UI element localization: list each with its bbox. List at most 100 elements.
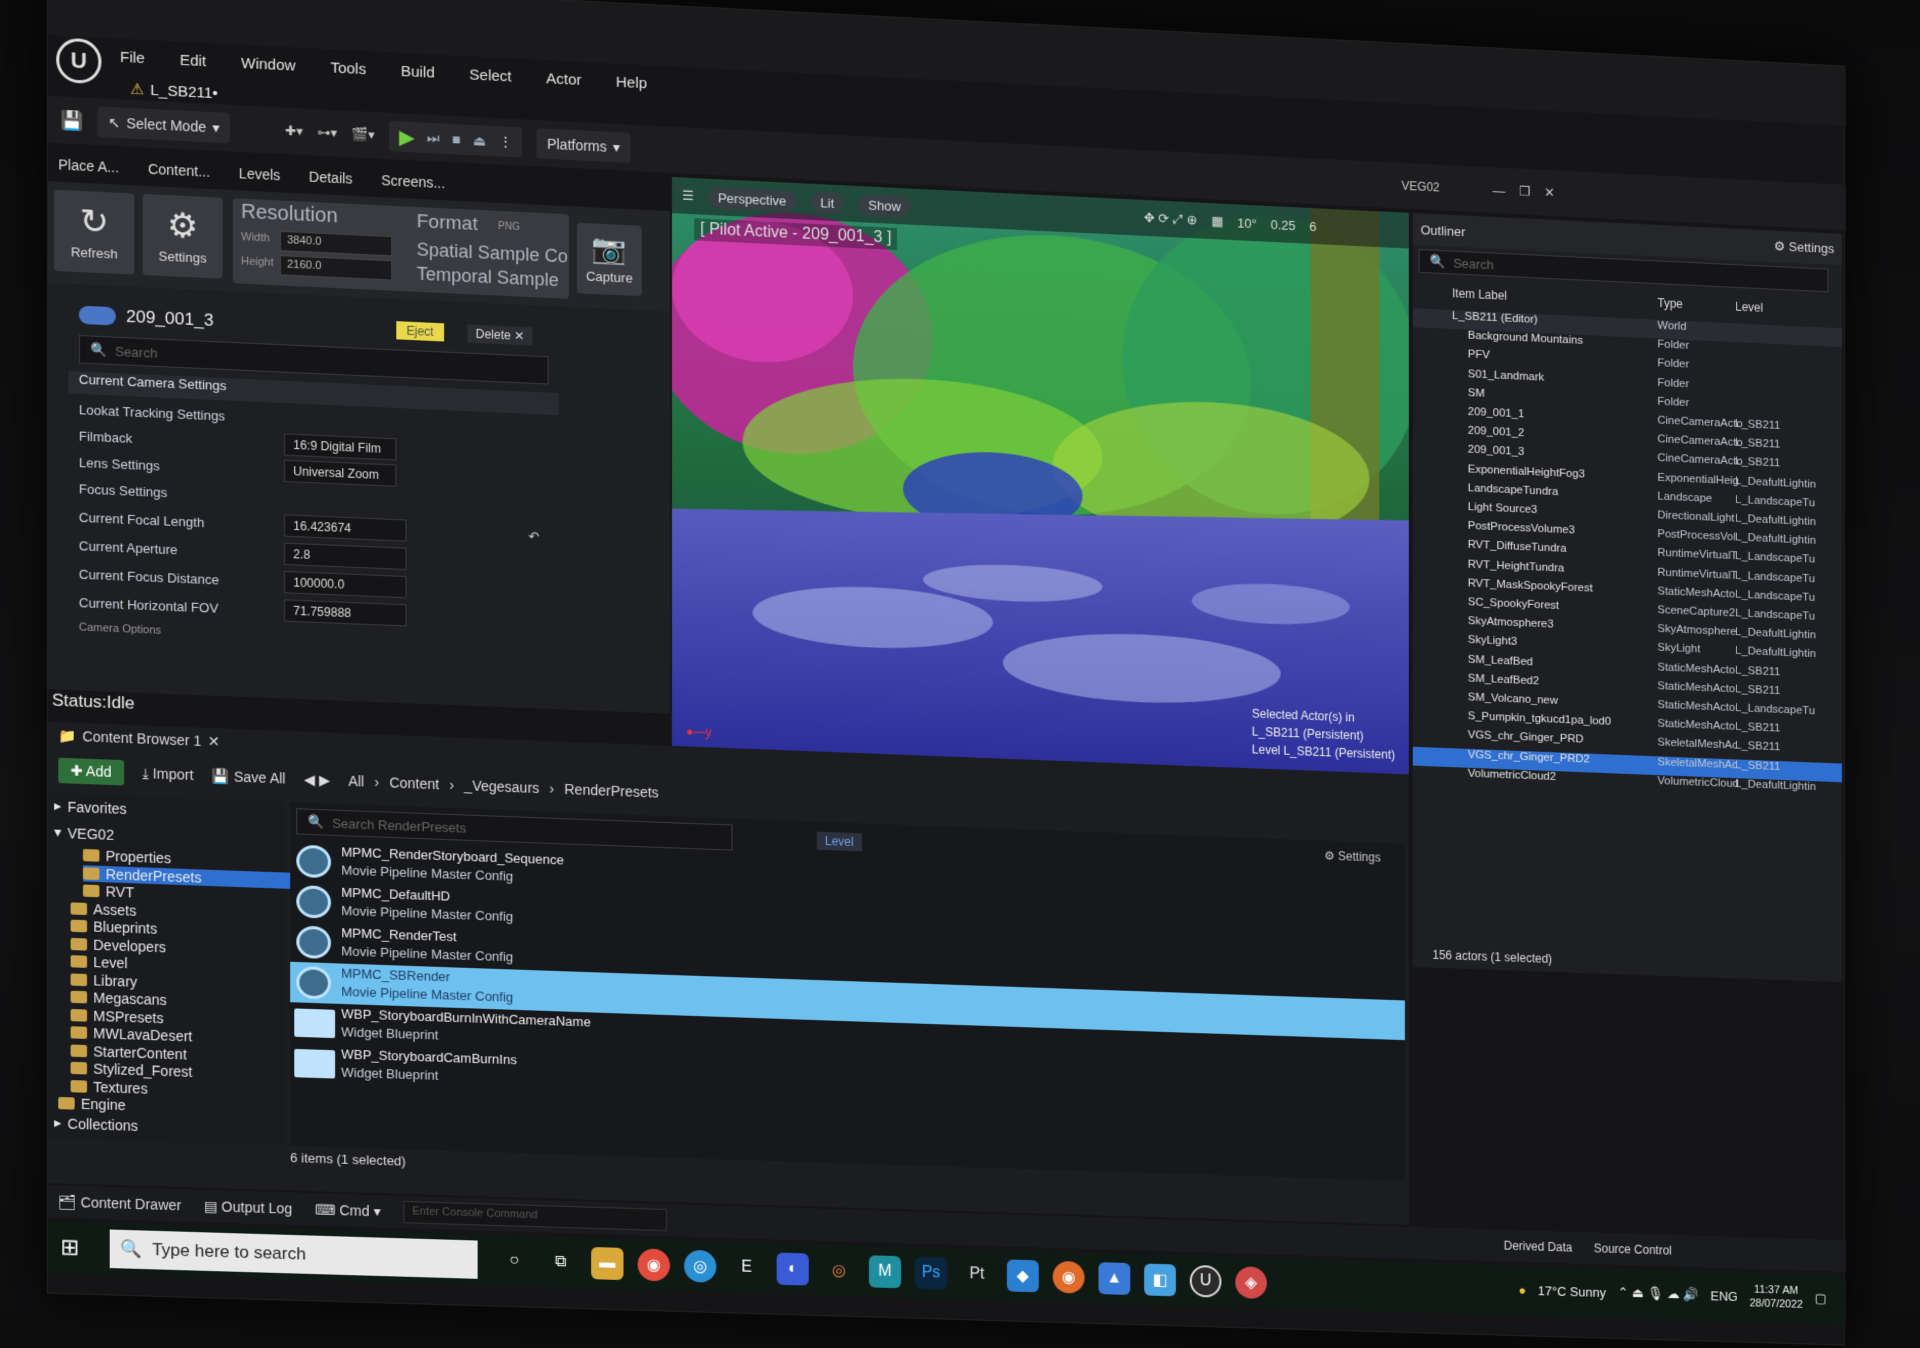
output-log-button[interactable]: ▤ Output Log [204, 1197, 292, 1217]
cortana-icon[interactable]: ○ [498, 1244, 530, 1277]
photoshop-icon[interactable]: Ps [915, 1256, 948, 1290]
veg02-root[interactable]: ▾ VEG02 [54, 824, 114, 843]
focal-length-field[interactable]: 16.423674 [284, 514, 407, 542]
folder-item[interactable]: Blueprints [70, 918, 157, 937]
settings-button[interactable]: ⚙ Settings [142, 193, 223, 279]
scale-snap[interactable]: 0.25 [1271, 217, 1296, 233]
language-indicator[interactable]: ENG [1710, 1288, 1737, 1304]
import-button[interactable]: ⤓ Import [142, 764, 193, 783]
folder-item[interactable]: Assets [70, 900, 136, 918]
menu-file[interactable]: File [120, 49, 145, 67]
camera-options-label[interactable]: Camera Options [79, 621, 161, 636]
folder-item[interactable]: Library [70, 971, 137, 989]
level-viewport[interactable]: ☰ Perspective Lit Show ✥ ⟳ ⤢ ⊕ ▦ 10° 0.2… [671, 177, 1409, 779]
stop-icon[interactable]: ■ [452, 131, 461, 148]
close-icon[interactable]: ✕ [208, 732, 220, 750]
level-filter-chip[interactable]: Level [816, 831, 862, 852]
width-field[interactable]: 3840.0 [279, 230, 393, 257]
unreal-logo[interactable]: U [56, 37, 102, 85]
task-view-icon[interactable]: ⧉ [545, 1246, 577, 1279]
col-type[interactable]: Type [1657, 296, 1682, 311]
horizontal-fov-field[interactable]: 71.759888 [284, 599, 407, 627]
console-input[interactable]: Enter Console Command [403, 1200, 667, 1232]
app2-icon[interactable]: ◈ [1235, 1266, 1267, 1300]
menu-edit[interactable]: Edit [180, 52, 207, 71]
col-level[interactable]: Level [1735, 300, 1763, 315]
lit-button[interactable]: Lit [810, 191, 845, 214]
lookat-tracking-settings[interactable]: Lookat Tracking Settings [79, 402, 225, 424]
menu-window[interactable]: Window [241, 55, 296, 75]
step-icon[interactable]: ⏭ [427, 129, 440, 147]
derived-data-button[interactable]: Derived Data [1504, 1239, 1573, 1255]
browser-icon[interactable]: ◎ [684, 1249, 717, 1283]
breadcrumb-all[interactable]: All [348, 773, 364, 790]
focus-distance-field[interactable]: 100000.0 [284, 570, 407, 599]
folder-item[interactable]: RVT [82, 882, 134, 901]
menu-build[interactable]: Build [401, 63, 435, 82]
menu-select[interactable]: Select [469, 66, 511, 85]
camera-speed[interactable]: 6 [1309, 218, 1316, 233]
unreal-taskbar-icon[interactable]: U [1189, 1264, 1222, 1298]
reset-arrow-icon[interactable]: ↶ [528, 529, 539, 546]
play-icon[interactable]: ▶ [399, 124, 415, 150]
level-tab[interactable]: ⚠ L_SB211• [130, 80, 218, 103]
eject-icon[interactable]: ⏏ [473, 132, 486, 150]
add-button[interactable]: ✚ Add [58, 757, 124, 786]
notifications-icon[interactable]: ▢ [1815, 1290, 1827, 1306]
epic-games-icon[interactable]: E [730, 1251, 762, 1284]
close-icon[interactable]: ✕ [1544, 185, 1555, 201]
maya-icon[interactable]: M [868, 1255, 902, 1289]
format-value[interactable]: PNG [498, 221, 520, 233]
cinematics-icon[interactable]: 🎬▾ [351, 126, 374, 143]
cmd-dropdown[interactable]: ⌨ Cmd ▾ [315, 1201, 381, 1220]
menu-tools[interactable]: Tools [330, 59, 366, 78]
windows-start-icon[interactable]: ⊞ [60, 1234, 79, 1261]
add-actor-icon[interactable]: ✚▾ [285, 123, 303, 140]
notes-icon[interactable]: ◧ [1144, 1263, 1176, 1297]
folder-item[interactable]: Properties [82, 847, 171, 866]
folder-item[interactable]: Level [70, 953, 128, 971]
chrome-icon[interactable]: ◉ [637, 1248, 670, 1282]
folder-item[interactable]: Developers [70, 935, 166, 955]
tab-content[interactable]: Content... [148, 161, 210, 180]
lens-dropdown[interactable]: Universal Zoom [284, 459, 397, 487]
show-button[interactable]: Show [858, 193, 911, 218]
tab-screens[interactable]: Screens... [381, 172, 445, 191]
tab-details[interactable]: Details [309, 168, 353, 186]
tab-levels[interactable]: Levels [239, 165, 280, 183]
capture-button[interactable]: 📷 Capture [576, 222, 642, 297]
height-field[interactable]: 2160.0 [279, 255, 393, 281]
lens-settings-label[interactable]: Lens Settings [79, 455, 160, 474]
save-icon[interactable]: 💾 [60, 109, 83, 131]
delete-button[interactable]: Delete ✕ [467, 324, 533, 346]
houdini-icon[interactable]: ◎ [823, 1254, 855, 1287]
transform-icons[interactable]: ✥ ⟳ ⤢ ⊕ [1144, 210, 1197, 229]
painter-icon[interactable]: Pt [961, 1258, 993, 1291]
taskbar-search-input[interactable]: 🔍 Type here to search [109, 1229, 478, 1279]
filmback-dropdown[interactable]: 16:9 Digital Film [284, 433, 397, 461]
discord-icon[interactable]: ◐ [776, 1252, 809, 1286]
photos-icon[interactable]: ▲ [1098, 1262, 1131, 1296]
favorites-header[interactable]: ▸ Favorites [54, 797, 127, 817]
collections-header[interactable]: ▸ Collections [54, 1114, 138, 1134]
content-browser-tab[interactable]: 📁 Content Browser 1 ✕ [48, 722, 230, 755]
firefox-icon[interactable]: ◉ [1052, 1260, 1085, 1294]
folder-item[interactable]: Megascans [70, 989, 167, 1008]
folder-item[interactable]: MSPresets [70, 1006, 164, 1026]
menu-actor[interactable]: Actor [546, 70, 581, 89]
camera-toggle[interactable] [78, 305, 116, 326]
content-drawer-button[interactable]: 🗂 Content Drawer [58, 1193, 181, 1214]
maximize-icon[interactable]: ❐ [1519, 184, 1530, 200]
app-icon[interactable]: ◆ [1006, 1259, 1039, 1293]
asset-settings[interactable]: ⚙ Settings [1324, 849, 1381, 865]
filmback-label[interactable]: Filmback [79, 428, 133, 446]
menu-help[interactable]: Help [616, 74, 647, 93]
col-item-label[interactable]: Item Label [1452, 286, 1507, 302]
breadcrumb-vegesaurs[interactable]: _Vegesaurs [464, 777, 539, 796]
refresh-button[interactable]: ↻ Refresh [54, 189, 135, 275]
breadcrumb-renderpresets[interactable]: RenderPresets [564, 781, 658, 801]
weather-text[interactable]: 17°C Sunny [1538, 1283, 1606, 1300]
folder-item[interactable]: Textures [70, 1078, 148, 1096]
outliner-settings[interactable]: ⚙ Settings [1774, 238, 1834, 257]
focus-settings-label[interactable]: Focus Settings [79, 481, 167, 500]
